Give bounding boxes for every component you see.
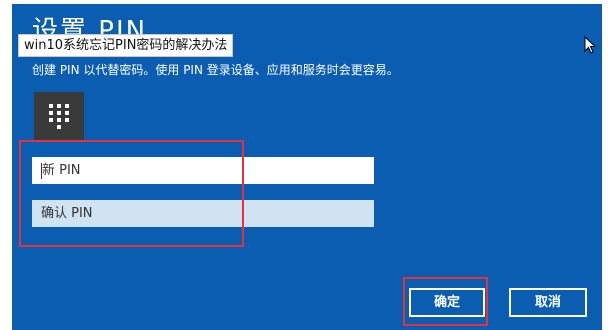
inputs-highlight-box xyxy=(19,140,244,247)
cancel-button[interactable]: 取消 xyxy=(509,288,587,317)
dialog-description: 创建 PIN 以代替密码。使用 PIN 登录设备、应用和服务时会更容易。 xyxy=(32,63,399,77)
ok-button-highlight-box xyxy=(403,277,488,326)
keypad-icon xyxy=(34,92,84,142)
article-caption: win10系统忘记PIN密码的解决办法 xyxy=(18,34,234,57)
mouse-pointer-icon xyxy=(584,36,596,54)
